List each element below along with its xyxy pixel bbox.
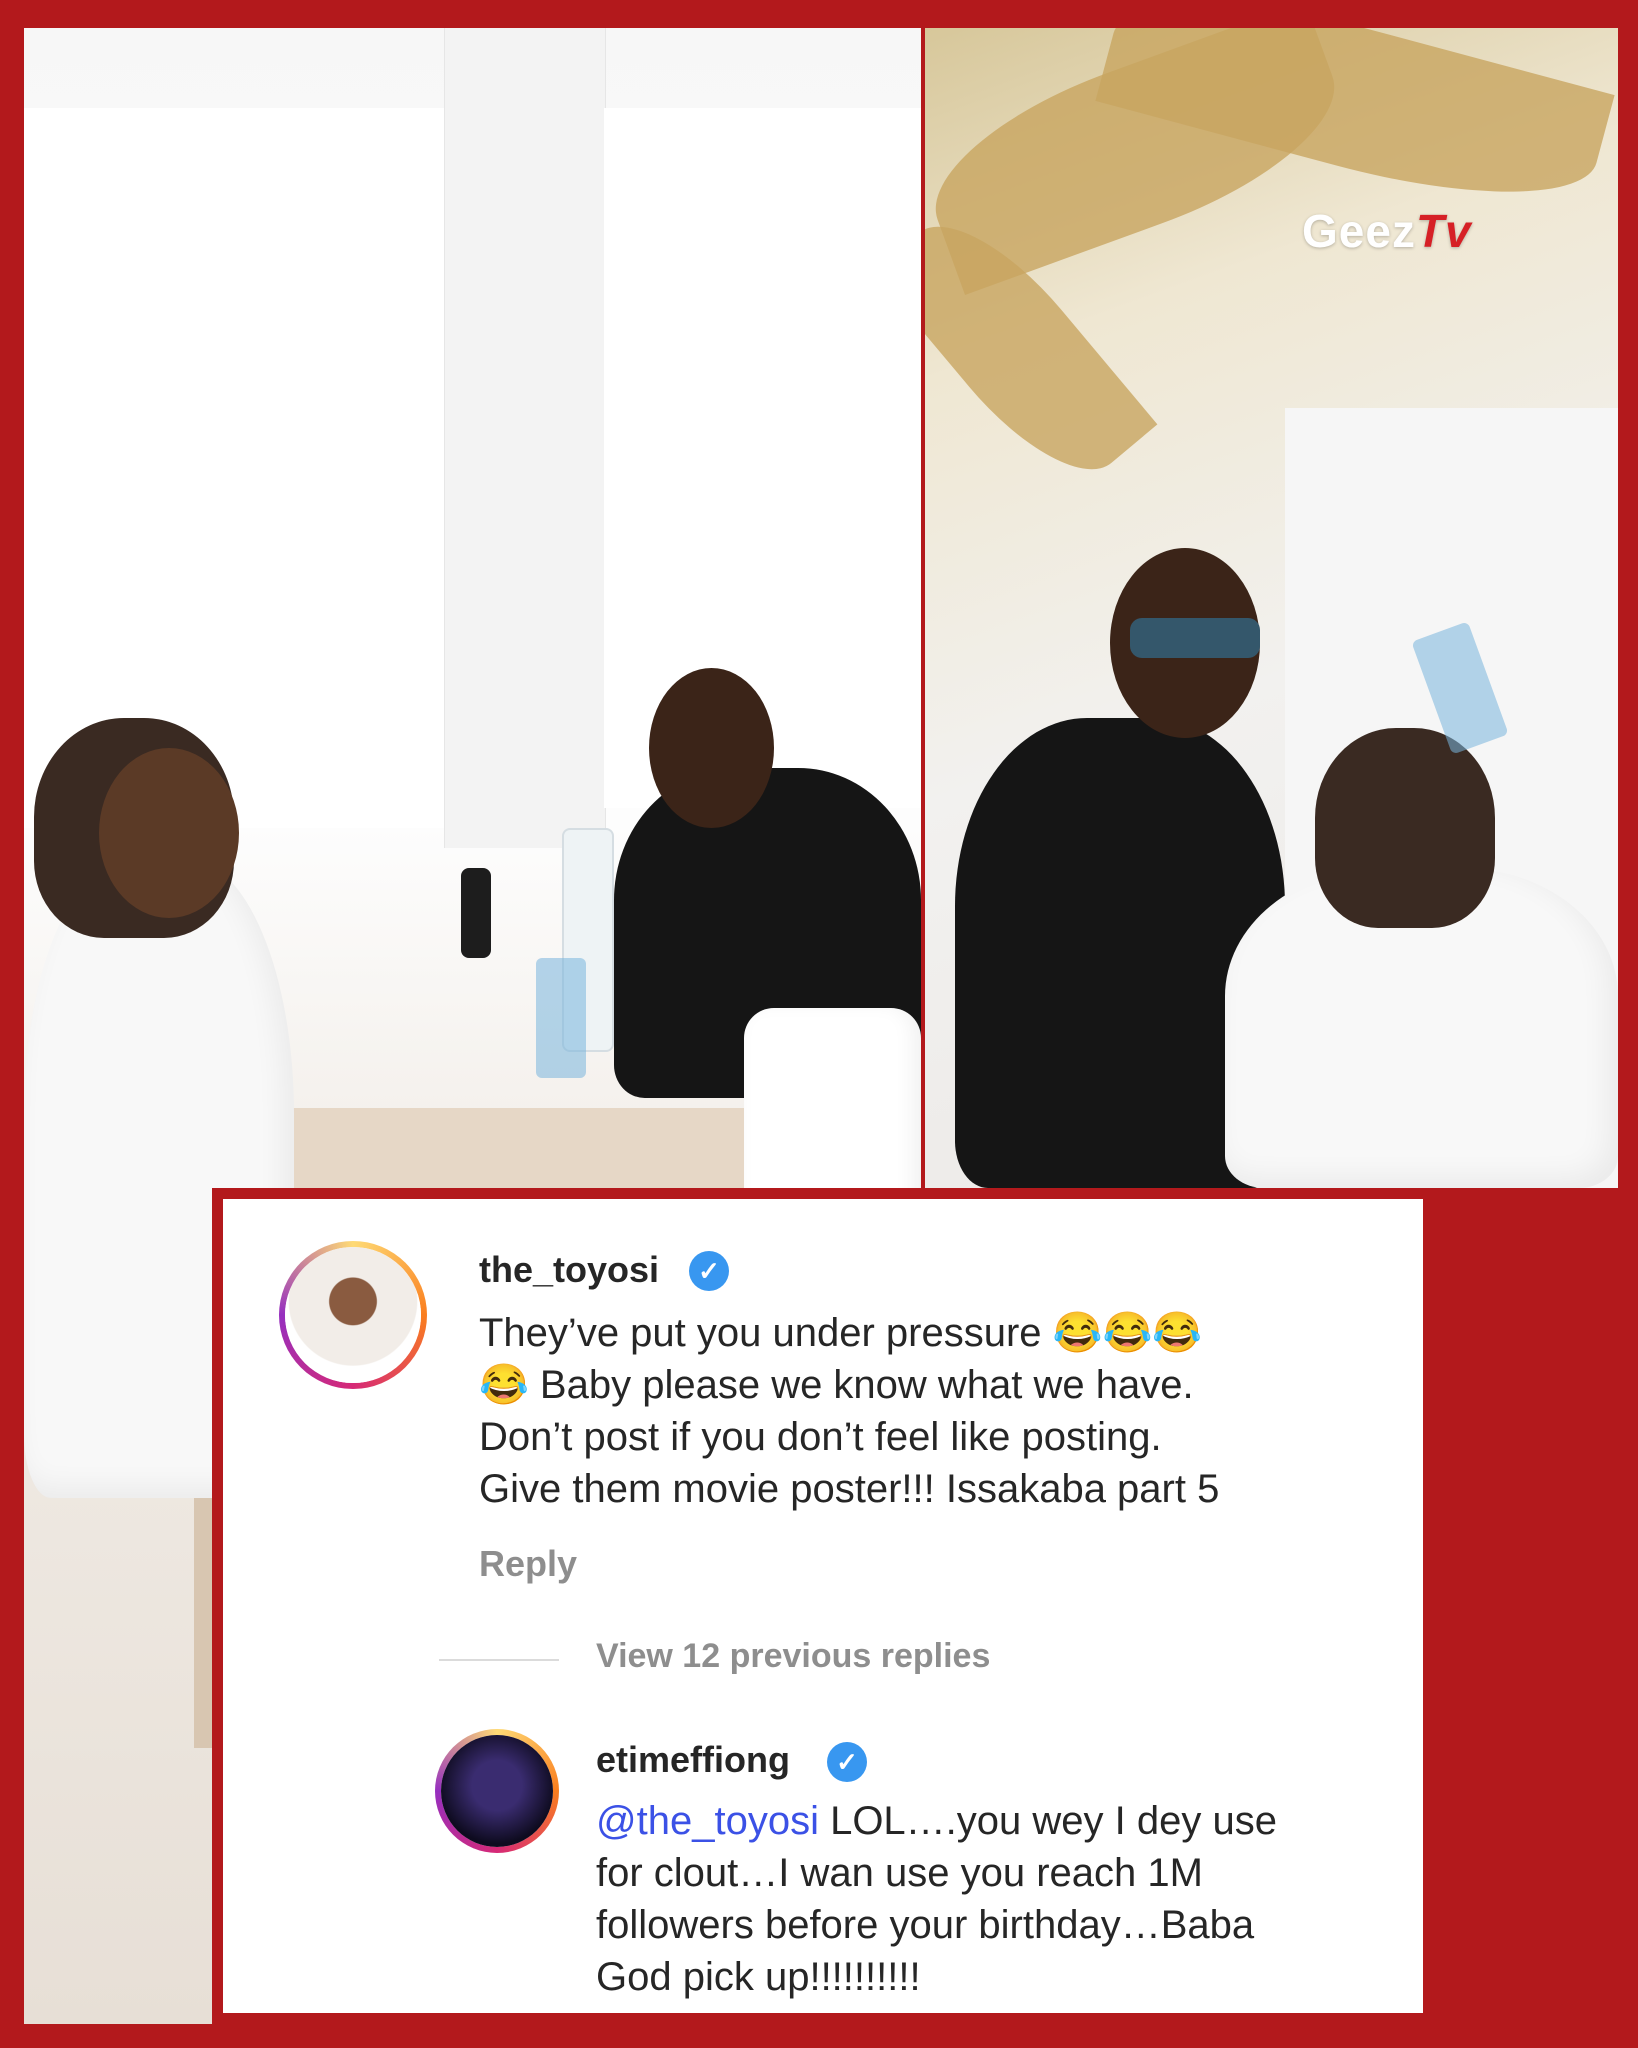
geeztv-watermark: GeezTv [1302, 204, 1472, 258]
comment-text-line: @the_toyosi LOL….you wey I dey use [596, 1795, 1277, 1847]
comment-text-fragment: LOL….you wey I dey use [818, 1799, 1277, 1843]
mention-link[interactable]: @the_toyosi [596, 1799, 819, 1843]
pillar [444, 28, 606, 848]
verified-badge-icon: ✓ [689, 1251, 729, 1291]
watermark-suffix: Tv [1415, 205, 1472, 257]
verified-badge-icon: ✓ [827, 1742, 867, 1782]
comment-text-line: God pick up!!!!!!!!!! [596, 1955, 921, 1999]
woman-face [99, 748, 239, 918]
comment-username[interactable]: the_toyosi [479, 1249, 659, 1291]
comment-username[interactable]: etimeffiong [596, 1739, 790, 1781]
comment-text-line: for clout…I wan use you reach 1M [596, 1851, 1203, 1895]
comment-text-line: They’ve put you under pressure 😂😂😂 [479, 1311, 1203, 1355]
avatar-the-toyosi[interactable] [279, 1241, 427, 1389]
view-replies-divider [439, 1659, 559, 1661]
man-head [649, 668, 774, 828]
comment-text-line: Don’t post if you don’t feel like postin… [479, 1415, 1162, 1459]
braided-hair [1315, 728, 1495, 928]
photo-couple-outdoors [925, 28, 1618, 1188]
speaker [461, 868, 491, 958]
profile-photo [285, 1247, 421, 1383]
instagram-comment-card: the_toyosi ✓ They’ve put you under press… [212, 1188, 1434, 2024]
avatar-etimeffiong[interactable] [435, 1729, 559, 1853]
sunglasses [1130, 618, 1260, 658]
watermark-brand: Geez [1302, 205, 1416, 257]
comment-text-line: Give them movie poster!!! Issakaba part … [479, 1467, 1220, 1511]
reply-button[interactable]: Reply [479, 1543, 577, 1585]
window [24, 108, 444, 828]
blue-glass [536, 958, 586, 1078]
comment-text-line: followers before your birthday…Baba [596, 1903, 1255, 1947]
comment-text-line: 😂 Baby please we know what we have. [479, 1363, 1194, 1407]
view-previous-replies-link[interactable]: View 12 previous replies [596, 1637, 990, 1676]
profile-photo [441, 1735, 553, 1847]
